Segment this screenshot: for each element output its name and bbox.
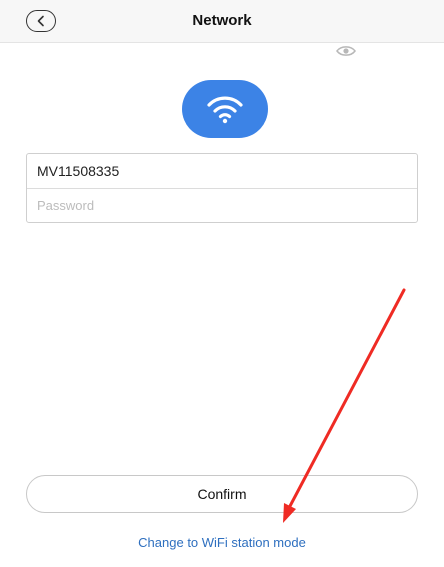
chevron-left-icon (37, 15, 44, 27)
header-bar: Network (0, 0, 444, 43)
network-form: MV11508335 (26, 153, 418, 223)
wifi-badge (182, 80, 268, 138)
wifi-station-mode-link[interactable]: Change to WiFi station mode (0, 535, 444, 550)
wifi-icon (207, 96, 243, 124)
ssid-field[interactable]: MV11508335 (27, 154, 417, 189)
confirm-button[interactable]: Confirm (26, 475, 418, 513)
eye-icon[interactable] (336, 45, 356, 57)
page-title: Network (192, 12, 252, 29)
password-input[interactable] (27, 189, 417, 222)
back-button[interactable] (26, 10, 56, 32)
